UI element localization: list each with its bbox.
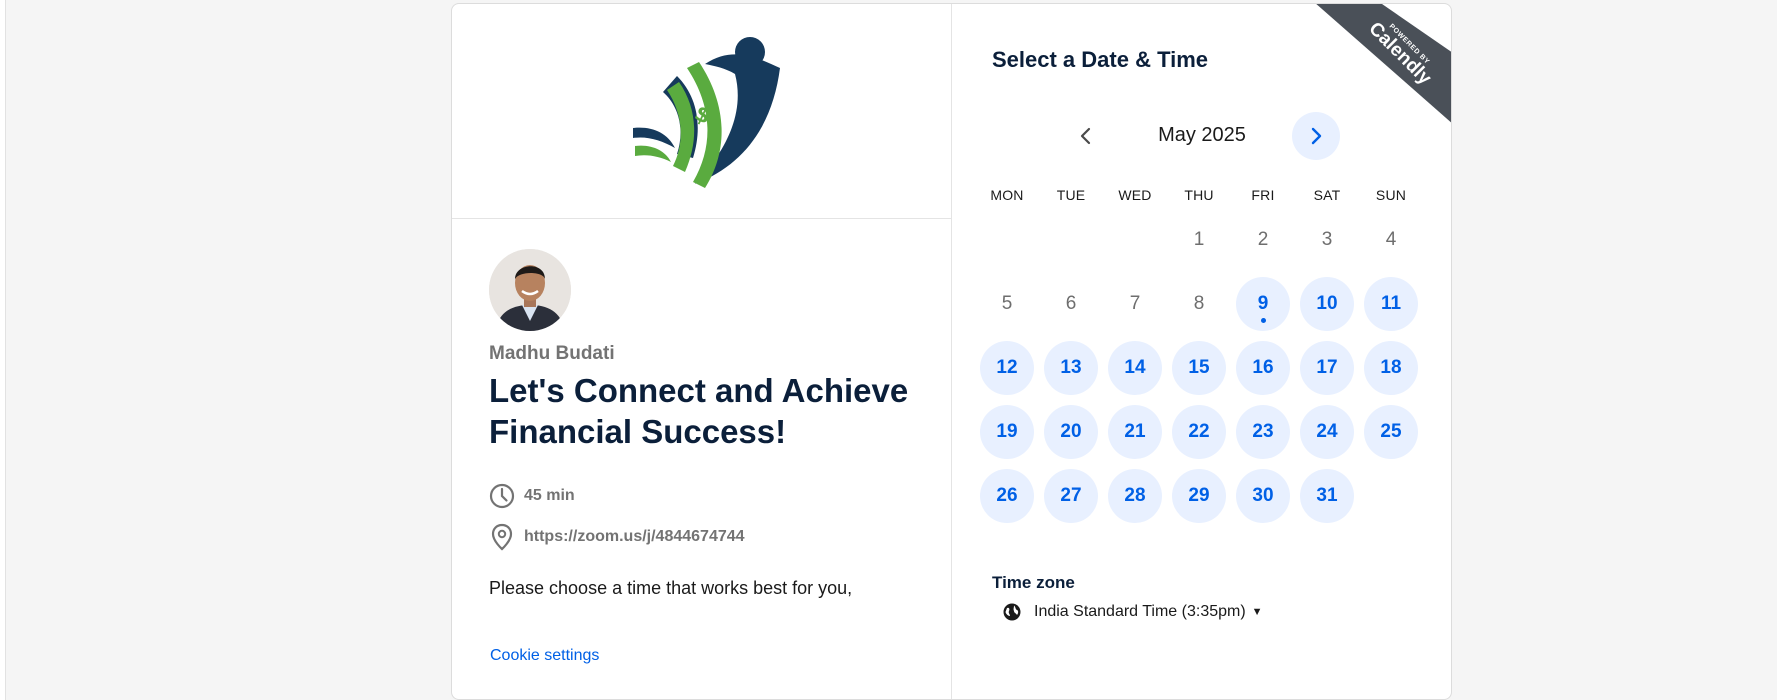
today-indicator [1260, 318, 1266, 323]
available-day-10[interactable]: 10 [1300, 277, 1354, 331]
timezone-value: India Standard Time (3:35pm) [1034, 603, 1246, 620]
previous-month-button[interactable] [1062, 112, 1110, 160]
unavailable-day-6: 6 [1065, 293, 1077, 314]
available-day-22[interactable]: 22 [1172, 405, 1226, 459]
available-day-17[interactable]: 17 [1300, 341, 1354, 395]
available-day-31[interactable]: 31 [1300, 469, 1354, 523]
timezone-selector[interactable]: India Standard Time (3:35pm) ▼ [1002, 602, 1263, 622]
unavailable-day-5: 5 [1001, 293, 1013, 314]
available-day-23[interactable]: 23 [1236, 405, 1290, 459]
select-date-title: Select a Date & Time [992, 47, 1209, 72]
chevron-right-icon [1311, 127, 1322, 145]
unavailable-day-1: 1 [1193, 229, 1205, 250]
available-day-26[interactable]: 26 [980, 469, 1034, 523]
timezone-label: Time zone [992, 573, 1075, 592]
available-day-13[interactable]: 13 [1044, 341, 1098, 395]
chevron-left-icon [1080, 127, 1091, 145]
caret-down-icon: ▼ [1251, 606, 1263, 618]
available-day-19[interactable]: 19 [980, 405, 1034, 459]
available-day-24[interactable]: 24 [1300, 405, 1354, 459]
available-day-30[interactable]: 30 [1236, 469, 1290, 523]
location-text: https://zoom.us/j/4844674744 [524, 528, 745, 545]
weekday-mon: MON [990, 187, 1024, 203]
available-day-27[interactable]: 27 [1044, 469, 1098, 523]
weekday-wed: WED [1118, 187, 1152, 203]
available-day-11[interactable]: 11 [1364, 277, 1418, 331]
available-day-21[interactable]: 21 [1108, 405, 1162, 459]
unavailable-day-4: 4 [1385, 229, 1397, 250]
available-day-29[interactable]: 29 [1172, 469, 1226, 523]
unavailable-day-2: 2 [1257, 229, 1269, 250]
unavailable-day-7: 7 [1129, 293, 1141, 314]
event-details-pane: $ Madhu Budati Let's Connect and Achieve… [452, 4, 952, 699]
weekday-sat: SAT [1313, 187, 1341, 203]
host-avatar [489, 249, 571, 331]
current-month: May 2025 [1158, 124, 1246, 146]
available-day-18[interactable]: 18 [1364, 341, 1418, 395]
weekday-sun: SUN [1375, 187, 1407, 203]
available-day-14[interactable]: 14 [1108, 341, 1162, 395]
unavailable-day-3: 3 [1321, 229, 1333, 250]
company-logo-area: $ [452, 4, 951, 219]
booking-card: $ Madhu Budati Let's Connect and Achieve… [451, 3, 1452, 700]
available-day-15[interactable]: 15 [1172, 341, 1226, 395]
event-duration: 45 min [489, 483, 575, 509]
available-day-12[interactable]: 12 [980, 341, 1034, 395]
unavailable-day-8: 8 [1193, 293, 1205, 314]
company-logo: $ [633, 37, 780, 188]
clock-icon [489, 483, 515, 509]
location-pin-icon [491, 523, 513, 551]
calendar-pane: POWERED BY Calendly Select a Date & Time… [952, 4, 1451, 699]
duration-text: 45 min [524, 487, 575, 504]
available-day-16[interactable]: 16 [1236, 341, 1290, 395]
available-day-25[interactable]: 25 [1364, 405, 1418, 459]
event-title: Let's Connect and Achieve Financial Succ… [489, 372, 909, 450]
cookie-settings-link[interactable]: Cookie settings [490, 647, 599, 665]
event-location: https://zoom.us/j/4844674744 [489, 523, 745, 551]
weekday-tue: TUE [1056, 187, 1086, 203]
weekday-thu: THU [1184, 187, 1214, 203]
left-rail [0, 0, 6, 700]
event-description: Please choose a time that works best for… [489, 578, 853, 598]
available-day-28[interactable]: 28 [1108, 469, 1162, 523]
weekday-fri: FRI [1251, 187, 1275, 203]
globe-icon [1003, 603, 1021, 621]
available-day-20[interactable]: 20 [1044, 405, 1098, 459]
host-name: Madhu Budati [489, 343, 615, 364]
available-day-9[interactable]: 9 [1236, 277, 1290, 331]
next-month-button[interactable] [1292, 112, 1340, 160]
